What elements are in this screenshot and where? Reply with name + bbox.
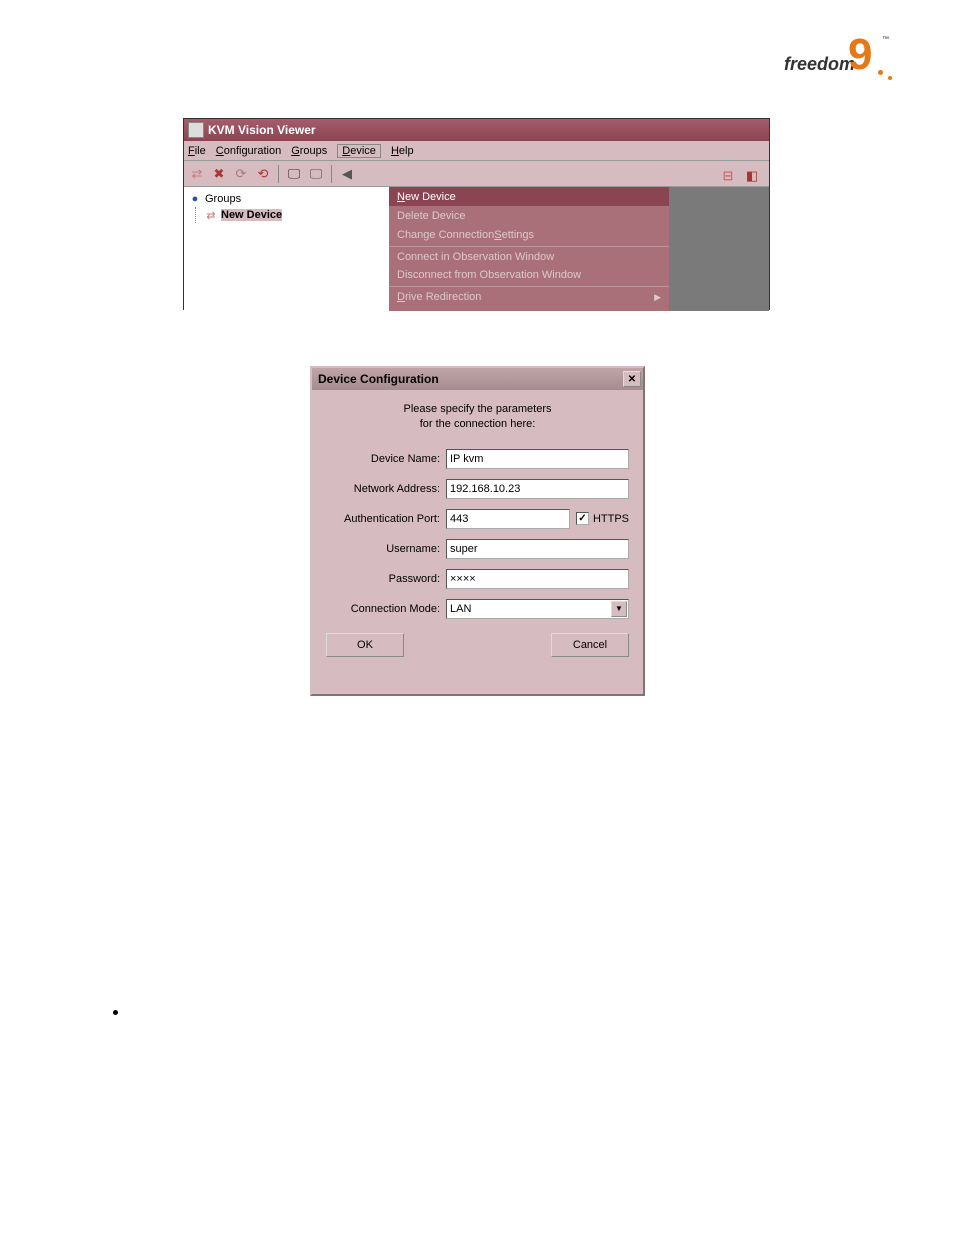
globe-icon: ● xyxy=(188,192,202,206)
menu-groups[interactable]: Groups xyxy=(291,145,327,157)
menu-item-drive-redirection: Drive Redirection ▶ xyxy=(389,286,669,305)
menu-device[interactable]: Device xyxy=(337,144,381,158)
toolbar-separator xyxy=(278,165,279,183)
password-input[interactable]: ×××× xyxy=(446,569,629,589)
connect-icon[interactable]: ⇄ xyxy=(188,165,206,183)
menu-bar: File Configuration Groups Device Help xyxy=(184,141,769,161)
label-username: Username: xyxy=(326,543,446,555)
window-title: KVM Vision Viewer xyxy=(208,123,316,137)
dialog-titlebar: Device Configuration ✕ xyxy=(312,368,643,390)
dialog-title: Device Configuration xyxy=(318,372,439,386)
tree-root-groups[interactable]: ● Groups xyxy=(188,191,385,207)
toolbar-separator xyxy=(331,165,332,183)
network-address-input[interactable]: 192.168.10.23 xyxy=(446,479,629,499)
menu-item-delete-device: Delete Device xyxy=(389,206,669,225)
tree-icon[interactable]: ⊟ xyxy=(719,167,737,185)
bullet-point xyxy=(113,1010,118,1015)
logo-text: freedom xyxy=(784,54,855,75)
tree-root-label: Groups xyxy=(205,193,241,205)
label-password: Password: xyxy=(326,573,446,585)
label-connection-mode: Connection Mode: xyxy=(326,603,446,615)
ok-button[interactable]: OK xyxy=(326,633,404,657)
monitor-icon[interactable]: 🖵 xyxy=(285,165,303,183)
menu-help[interactable]: Help xyxy=(391,145,414,157)
https-checkbox[interactable]: ✓ xyxy=(576,512,589,525)
auth-port-input[interactable]: 443 xyxy=(446,509,570,529)
label-auth-port: Authentication Port: xyxy=(326,513,446,525)
connection-mode-select[interactable]: LAN ▼ xyxy=(446,599,629,619)
logo-tm: ™ xyxy=(882,36,889,43)
logo-digit: 9 xyxy=(848,30,872,80)
menu-item-disconnect-observation: Disconnect from Observation Window xyxy=(389,265,669,284)
menu-file[interactable]: File xyxy=(188,145,206,157)
app-icon xyxy=(188,122,204,138)
play-icon[interactable]: ◀ xyxy=(338,165,356,183)
label-device-name: Device Name: xyxy=(326,453,446,465)
tree-item-label: New Device xyxy=(221,209,282,221)
menu-item-change-settings: Change Connection Settings xyxy=(389,225,669,244)
dropdown-arrow-icon[interactable]: ▼ xyxy=(611,601,627,617)
refresh-icon[interactable]: ⟳ xyxy=(232,165,250,183)
toolbar-right: ⊟ ◧ xyxy=(719,167,761,185)
toolbar: ⇄ ✖ ⟳ ⟲ 🖵 🖵 ◀ xyxy=(184,161,769,187)
monitor2-icon[interactable]: 🖵 xyxy=(307,165,325,183)
cancel-button[interactable]: Cancel xyxy=(551,633,629,657)
close-button[interactable]: ✕ xyxy=(623,371,641,387)
content-area xyxy=(669,187,769,311)
refresh2-icon[interactable]: ⟲ xyxy=(254,165,272,183)
menu-item-new-device[interactable]: New Device xyxy=(389,187,669,206)
freedom9-logo: freedom 9 ™ xyxy=(784,30,894,90)
device-name-input[interactable]: IP kvm xyxy=(446,449,629,469)
exit-icon[interactable]: ◧ xyxy=(743,167,761,185)
dialog-message: Please specify the parameters for the co… xyxy=(326,402,629,433)
label-network-address: Network Address: xyxy=(326,483,446,495)
device-icon: ⇄ xyxy=(204,208,218,222)
window-titlebar: KVM Vision Viewer xyxy=(184,119,769,141)
disconnect-icon[interactable]: ✖ xyxy=(210,165,228,183)
submenu-arrow-icon: ▶ xyxy=(654,292,661,303)
label-https: HTTPS xyxy=(593,513,629,525)
kvm-viewer-window: KVM Vision Viewer File Configuration Gro… xyxy=(183,118,770,310)
menu-configuration[interactable]: Configuration xyxy=(216,145,281,157)
username-input[interactable]: super xyxy=(446,539,629,559)
https-checkbox-group[interactable]: ✓ HTTPS xyxy=(576,512,629,525)
menu-item-connect-observation: Connect in Observation Window xyxy=(389,246,669,265)
device-configuration-dialog: Device Configuration ✕ Please specify th… xyxy=(310,366,645,696)
device-menu-dropdown: New Device Delete Device Change Connecti… xyxy=(389,187,669,311)
device-tree: ● Groups ⇄ New Device xyxy=(184,187,389,311)
tree-item-new-device[interactable]: ⇄ New Device xyxy=(204,207,385,223)
